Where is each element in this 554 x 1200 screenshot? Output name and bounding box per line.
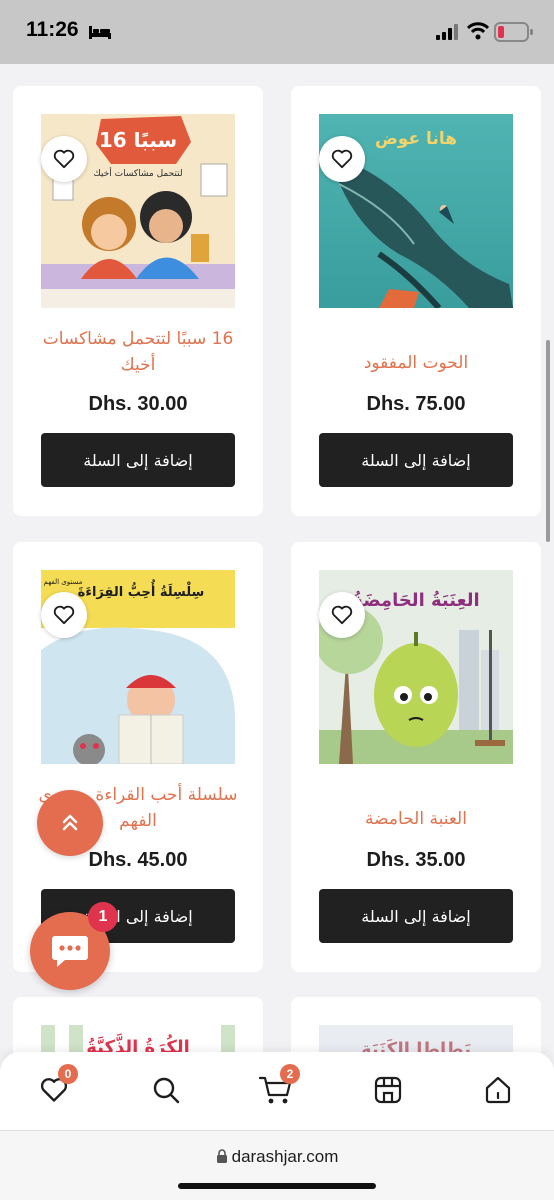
- cellular-signal-icon: [436, 24, 460, 44]
- status-time: 11:26: [26, 18, 79, 41]
- lock-icon: [216, 1149, 227, 1163]
- url-display[interactable]: darashjar.com: [0, 1147, 554, 1167]
- product-price: Dhs. 30.00: [88, 393, 188, 415]
- product-card[interactable]: الكُرَةُ الذَّكِيَّةُ: [13, 997, 263, 1054]
- bottom-navigation: 0 2: [0, 1052, 554, 1130]
- browser-address-bar[interactable]: darashjar.com: [0, 1130, 554, 1200]
- wishlist-count-badge: 0: [58, 1064, 78, 1084]
- wifi-icon: [466, 22, 490, 44]
- heart-icon: [331, 605, 353, 625]
- nav-shop[interactable]: [368, 1070, 408, 1110]
- nav-home[interactable]: [478, 1070, 518, 1110]
- product-title[interactable]: العنبة الحامضة: [301, 806, 531, 832]
- nav-wishlist[interactable]: 0: [34, 1064, 78, 1110]
- product-card[interactable]: سِلْسِلَةُ أُحِبُّ القِرَاءَةَ مستوى الف…: [13, 542, 263, 972]
- product-card[interactable]: 16 سببًا لتتحمل مشاكسات أخيك 16 سببًا لت…: [13, 86, 263, 516]
- product-cover-image[interactable]: الكُرَةُ الذَّكِيَّةُ: [41, 1025, 235, 1054]
- add-to-cart-button[interactable]: إضافة إلى السلة: [319, 889, 513, 943]
- double-chevron-up-icon: [62, 814, 78, 831]
- nav-cart[interactable]: 2: [256, 1064, 300, 1110]
- wishlist-heart-button[interactable]: [319, 136, 365, 182]
- sleep-mode-icon: [88, 24, 112, 44]
- product-price: Dhs. 35.00: [366, 849, 466, 871]
- product-title[interactable]: 16 سببًا لتتحمل مشاكسات أخيك: [23, 326, 253, 378]
- nav-search[interactable]: [146, 1070, 186, 1110]
- home-indicator[interactable]: [178, 1183, 376, 1189]
- wishlist-heart-button[interactable]: [319, 592, 365, 638]
- chat-bubble-icon: [52, 936, 88, 967]
- wishlist-heart-button[interactable]: [41, 136, 87, 182]
- wishlist-heart-button[interactable]: [41, 592, 87, 638]
- cover-subtitle-text: لتتحمل مشاكسات أخيك: [93, 167, 182, 179]
- page-scrollbar[interactable]: [546, 340, 550, 542]
- product-price: Dhs. 45.00: [88, 849, 188, 871]
- heart-icon: [53, 605, 75, 625]
- battery-low-icon: [494, 22, 534, 46]
- heart-icon: [331, 149, 353, 169]
- cover-title-text: 16 سببًا: [99, 128, 177, 152]
- add-to-cart-button[interactable]: إضافة إلى السلة: [319, 433, 513, 487]
- heart-icon: [53, 149, 75, 169]
- product-cover-image[interactable]: بَطاطا الكَنَبَة: [319, 1025, 513, 1054]
- store-icon: [374, 1076, 402, 1104]
- product-grid: 16 سببًا لتتحمل مشاكسات أخيك 16 سببًا لت…: [0, 64, 554, 1054]
- product-title[interactable]: الحوت المفقود: [301, 350, 531, 376]
- url-text: darashjar.com: [231, 1147, 339, 1166]
- chat-unread-badge: 1: [88, 902, 118, 932]
- product-price: Dhs. 75.00: [366, 393, 466, 415]
- cover-level-text: مستوى الفهم: [44, 578, 83, 586]
- product-card[interactable]: العِنَبَةُ الحَامِضَةُ العنبة الحامضة Dh…: [291, 542, 541, 972]
- cover-title-text: العِنَبَةُ الحَامِضَةُ: [352, 590, 479, 611]
- cart-count-badge: 2: [280, 1064, 300, 1084]
- search-icon: [153, 1077, 180, 1104]
- product-card[interactable]: بَطاطا الكَنَبَة: [291, 997, 541, 1054]
- home-icon: [485, 1076, 511, 1104]
- cover-author-text: هانا عوض: [375, 129, 457, 149]
- cover-title-text: الكُرَةُ الذَّكِيَّةُ: [86, 1033, 190, 1054]
- product-card[interactable]: هانا عوض الحوت المفقود Dhs. 75.00 إضافة …: [291, 86, 541, 516]
- status-bar: 11:26: [0, 0, 554, 64]
- scroll-to-top-button[interactable]: [37, 790, 103, 856]
- add-to-cart-button[interactable]: إضافة إلى السلة: [41, 433, 235, 487]
